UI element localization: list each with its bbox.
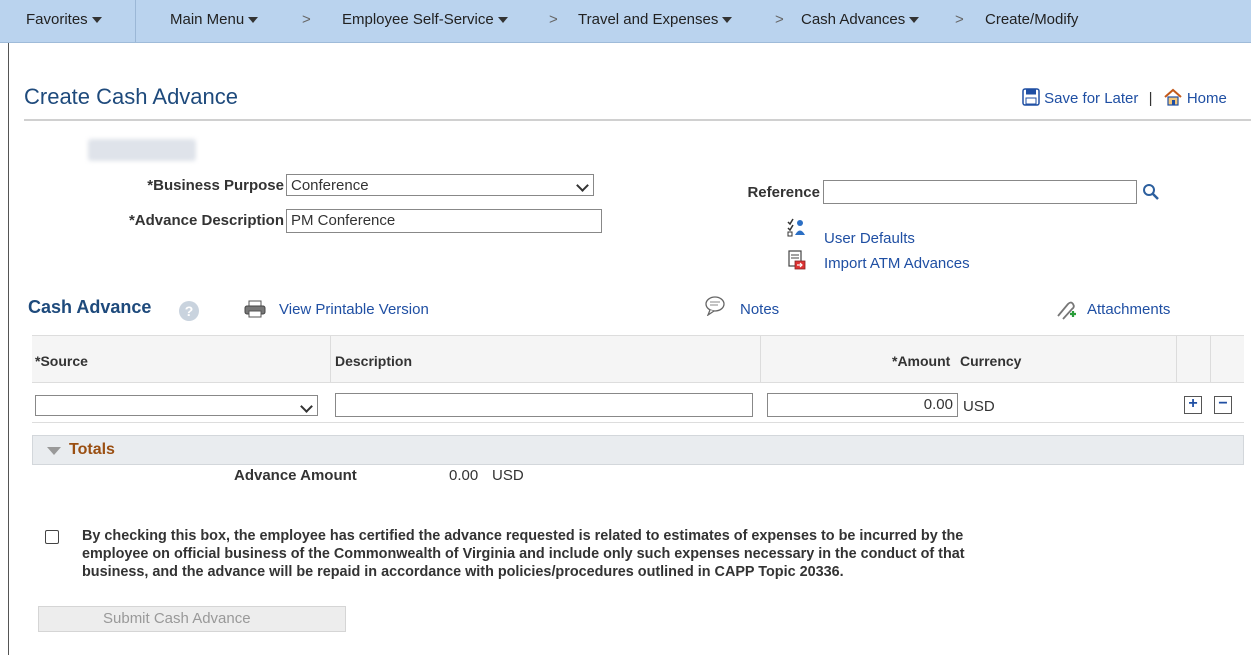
reference-label: Reference (747, 184, 820, 201)
description-input[interactable] (335, 393, 753, 417)
business-purpose-value: Conference (291, 177, 369, 194)
business-purpose-label: *Business Purpose (147, 177, 284, 194)
create-modify-crumb[interactable]: Create/Modify (985, 11, 1078, 28)
main-menu[interactable]: Main Menu (170, 11, 259, 28)
notes-link[interactable]: Notes (740, 301, 779, 318)
redacted-employee-name (88, 139, 196, 161)
column-divider (1210, 336, 1211, 382)
nav-divider (135, 0, 136, 42)
totals-title: Totals (69, 441, 115, 458)
reference-input[interactable] (823, 180, 1137, 204)
advance-description-label: *Advance Description (128, 212, 284, 229)
caret-down-icon (722, 17, 733, 24)
caret-down-icon (248, 17, 259, 24)
header-links: Save for Later | Home (1022, 88, 1227, 107)
home-icon (1163, 88, 1182, 106)
business-purpose-select[interactable]: Conference (286, 174, 594, 196)
collapse-triangle-icon (47, 447, 61, 455)
chevron-right-icon: > (955, 11, 964, 28)
chevron-down-icon (300, 400, 313, 413)
column-divider (1176, 336, 1177, 382)
search-icon[interactable] (1142, 183, 1160, 201)
employee-self-service-label: Employee Self-Service (342, 11, 494, 28)
caret-down-icon (909, 17, 920, 24)
totals-section-header[interactable]: Totals (32, 435, 1244, 465)
column-divider (760, 336, 761, 382)
add-row-button[interactable]: + (1184, 396, 1202, 414)
caret-down-icon (91, 17, 102, 24)
cash-advance-table-header: *Source Description *Amount Currency (32, 335, 1244, 383)
cash-advances-menu[interactable]: Cash Advances (801, 11, 920, 28)
chevron-right-icon: > (775, 11, 784, 28)
page-title: Create Cash Advance (24, 84, 239, 109)
employee-self-service-menu[interactable]: Employee Self-Service (342, 11, 508, 28)
submit-cash-advance-button[interactable]: Submit Cash Advance (38, 606, 346, 632)
import-atm-icon (788, 250, 806, 270)
advance-description-input[interactable]: PM Conference (286, 209, 602, 233)
row-divider (32, 422, 1244, 423)
favorites-menu[interactable]: Favorites (26, 11, 102, 28)
currency-value: USD (963, 398, 995, 415)
source-select[interactable] (35, 395, 318, 416)
main-menu-label: Main Menu (170, 11, 245, 28)
advance-amount-value: 0.00 (449, 467, 479, 484)
amount-input[interactable]: 0.00 (767, 393, 958, 417)
chevron-right-icon: > (302, 11, 311, 28)
delete-row-button[interactable]: − (1214, 396, 1232, 414)
advance-amount-label: Advance Amount (234, 467, 357, 484)
certification-text: By checking this box, the employee has c… (82, 528, 965, 580)
column-header-source[interactable]: *Source (35, 353, 88, 369)
view-printable-version-link[interactable]: View Printable Version (279, 301, 429, 318)
chevron-down-icon (576, 179, 589, 192)
breadcrumb-nav: Favorites Main Menu > Employee Self-Serv… (0, 0, 1251, 43)
travel-expenses-label: Travel and Expenses (578, 11, 719, 28)
column-header-currency[interactable]: Currency (960, 353, 1021, 369)
cash-advance-section-title: Cash Advance (28, 297, 152, 317)
import-atm-advances-link[interactable]: Import ATM Advances (824, 255, 970, 272)
chevron-right-icon: > (549, 11, 558, 28)
column-divider (330, 336, 331, 382)
advance-amount-currency: USD (492, 467, 524, 484)
user-defaults-icon (787, 218, 805, 237)
favorites-label: Favorites (26, 11, 88, 28)
caret-down-icon (497, 17, 508, 24)
column-header-description[interactable]: Description (335, 353, 412, 369)
attachment-icon (1057, 301, 1076, 320)
notes-icon (705, 296, 725, 316)
travel-expenses-menu[interactable]: Travel and Expenses (578, 11, 733, 28)
save-icon (1022, 88, 1040, 106)
attachments-link[interactable]: Attachments (1087, 301, 1170, 318)
save-for-later-link[interactable]: Save for Later (1044, 90, 1138, 107)
user-defaults-link[interactable]: User Defaults (824, 230, 915, 247)
printer-icon (244, 300, 266, 318)
help-icon[interactable]: ? (179, 301, 199, 321)
column-header-amount[interactable]: *Amount (892, 353, 950, 369)
cash-advances-label: Cash Advances (801, 11, 906, 28)
certification-checkbox[interactable] (45, 530, 59, 544)
link-divider: | (1148, 90, 1153, 107)
home-link[interactable]: Home (1187, 90, 1227, 107)
title-divider (24, 119, 1251, 121)
